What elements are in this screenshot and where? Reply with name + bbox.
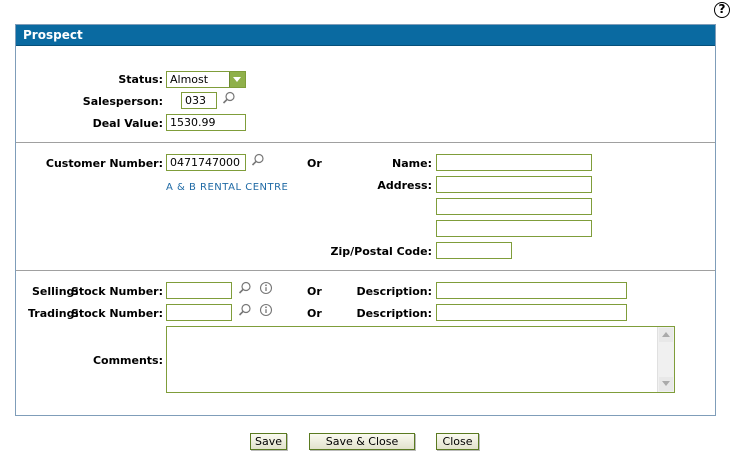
comments-textarea[interactable] xyxy=(166,326,675,393)
prospect-panel: Prospect Status: Almost Salesperson: 033… xyxy=(15,24,716,416)
customer-number-label: Customer Number: xyxy=(45,157,163,170)
salesperson-input[interactable]: 033 xyxy=(181,92,217,109)
customer-number-input[interactable]: 0471747000 xyxy=(166,154,246,171)
status-label: Status: xyxy=(118,73,163,86)
address-line2-input[interactable] xyxy=(436,198,592,215)
info-icon[interactable] xyxy=(259,303,273,317)
divider xyxy=(16,270,715,271)
address-label: Address: xyxy=(377,179,432,192)
search-icon[interactable] xyxy=(251,153,265,167)
scrollbar[interactable] xyxy=(657,327,674,392)
search-icon[interactable] xyxy=(238,303,252,317)
selling-description-input[interactable] xyxy=(436,282,627,299)
chevron-down-icon[interactable] xyxy=(229,72,245,87)
name-input[interactable] xyxy=(436,154,592,171)
selling-stock-number-input[interactable] xyxy=(166,282,232,299)
save-button[interactable]: Save xyxy=(250,433,287,450)
scroll-down-icon[interactable] xyxy=(659,377,673,391)
status-select[interactable]: Almost xyxy=(166,71,246,88)
help-icon[interactable]: ? xyxy=(714,2,730,18)
or-label: Or xyxy=(307,157,322,170)
customer-name-link[interactable]: A & B RENTAL CENTRE xyxy=(166,182,288,193)
address-line1-input[interactable] xyxy=(436,176,592,193)
or-label: Or xyxy=(307,285,322,298)
selling-stock-number-label: Stock Number: xyxy=(70,285,163,298)
deal-value-input[interactable]: 1530.99 xyxy=(166,114,246,131)
address-line3-input[interactable] xyxy=(436,220,592,237)
scroll-up-icon[interactable] xyxy=(659,328,673,342)
or-label: Or xyxy=(307,307,322,320)
save-close-button[interactable]: Save & Close xyxy=(309,433,415,450)
close-button[interactable]: Close xyxy=(436,433,479,450)
zip-input[interactable] xyxy=(436,242,512,259)
search-icon[interactable] xyxy=(238,281,252,295)
info-icon[interactable] xyxy=(259,281,273,295)
deal-value-label: Deal Value: xyxy=(92,117,163,130)
selling-description-label: Description: xyxy=(356,285,432,298)
name-label: Name: xyxy=(392,157,432,170)
trading-stock-number-label: Stock Number: xyxy=(70,307,163,320)
trading-description-input[interactable] xyxy=(436,304,627,321)
search-icon[interactable] xyxy=(222,91,236,105)
panel-title: Prospect xyxy=(16,25,715,46)
comments-label: Comments: xyxy=(92,354,163,367)
trading-description-label: Description: xyxy=(356,307,432,320)
zip-label: Zip/Postal Code: xyxy=(330,245,432,258)
salesperson-label: Salesperson: xyxy=(82,95,163,108)
status-value: Almost xyxy=(170,73,209,86)
divider xyxy=(16,142,715,143)
trading-stock-number-input[interactable] xyxy=(166,304,232,321)
